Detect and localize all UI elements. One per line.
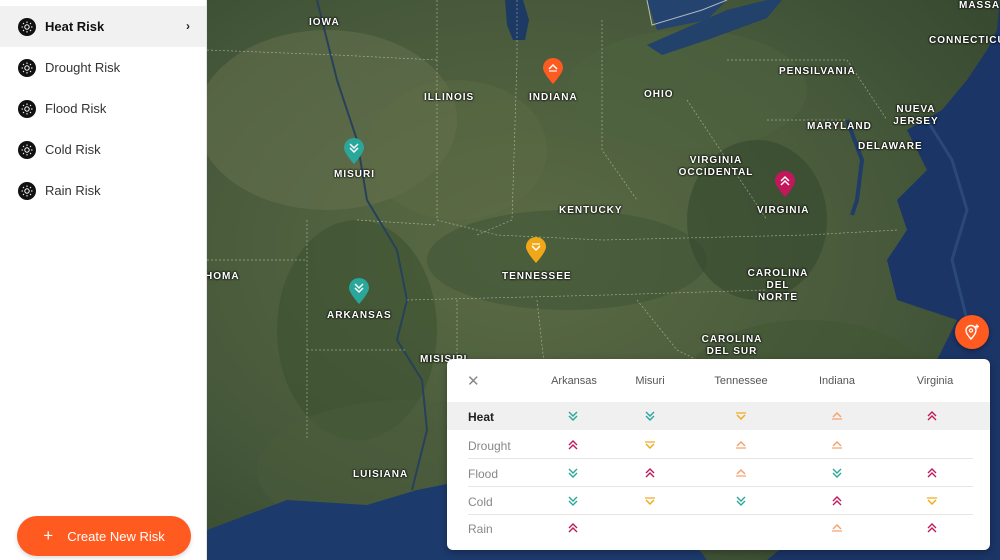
double-down-icon <box>566 494 580 506</box>
table-row-rain[interactable]: Rain <box>447 514 990 542</box>
map-pin-tennessee[interactable] <box>526 237 546 263</box>
map-pin-arkansas[interactable] <box>349 278 369 304</box>
sidebar-item-label: Heat Risk <box>45 19 105 34</box>
map-label-misuri: MISURI <box>334 169 375 180</box>
double-up-icon <box>925 521 939 533</box>
table-row-cold[interactable]: Cold <box>447 487 990 515</box>
double-up-icon <box>925 466 939 478</box>
column-header-virginia: Virginia <box>916 375 954 387</box>
column-header-indiana: Indiana <box>818 375 856 387</box>
double-down-icon <box>566 409 580 421</box>
create-new-risk-button[interactable]: + Create New Risk <box>17 516 191 556</box>
sidebar: Heat Risk › Drought Risk Flood Risk Cold… <box>0 0 207 560</box>
column-header-misuri: Misuri <box>635 375 665 387</box>
sidebar-item-drought-risk[interactable]: Drought Risk <box>0 47 206 88</box>
down-icon <box>925 494 939 506</box>
row-label: Cold <box>468 495 493 509</box>
map-label-virginia: VIRGINIA <box>757 205 810 216</box>
sidebar-item-label: Drought Risk <box>45 60 121 75</box>
up-icon <box>734 466 748 478</box>
double-up-icon <box>566 438 580 450</box>
risk-comparison-panel: ✕ Arkansas Misuri Tennessee Indiana Virg… <box>447 359 990 550</box>
sun-icon <box>18 140 36 159</box>
row-label: Rain <box>468 522 493 536</box>
double-down-icon <box>830 466 844 478</box>
row-label: Drought <box>468 439 511 453</box>
map-label-oklahoma: HOMA <box>207 271 240 282</box>
sidebar-item-label: Cold Risk <box>45 142 101 157</box>
double-down-icon <box>734 494 748 506</box>
double-up-icon <box>925 409 939 421</box>
map-pin-misuri[interactable] <box>344 138 364 164</box>
sidebar-item-label: Rain Risk <box>45 183 101 198</box>
close-icon[interactable]: ✕ <box>467 372 480 390</box>
map-label-pensilvania: PENSILVANIA <box>779 66 856 77</box>
sun-icon <box>18 58 36 77</box>
double-up-icon <box>566 521 580 533</box>
double-up-icon <box>830 494 844 506</box>
sidebar-item-flood-risk[interactable]: Flood Risk <box>0 88 206 129</box>
sun-icon <box>18 181 36 200</box>
map-label-massachusetts: MASSA <box>959 0 1000 11</box>
up-icon <box>830 438 844 450</box>
map-label-illinois: ILLINOIS <box>424 92 475 103</box>
map-pin-virginia[interactable] <box>775 171 795 197</box>
table-row-flood[interactable]: Flood <box>447 459 990 487</box>
map-label-virginia-occidental: VIRGINIA OCCIDENTAL <box>678 155 754 178</box>
map-label-tennessee: TENNESSEE <box>502 271 572 282</box>
up-icon <box>734 438 748 450</box>
sidebar-item-rain-risk[interactable]: Rain Risk <box>0 170 206 211</box>
plus-icon: + <box>43 526 54 545</box>
sidebar-item-label: Flood Risk <box>45 101 107 116</box>
add-location-icon <box>965 324 979 341</box>
chevron-right-icon: › <box>186 19 190 33</box>
map-label-indiana: INDIANA <box>529 92 578 103</box>
map-label-iowa: IOWA <box>309 17 340 28</box>
sun-icon <box>18 99 36 118</box>
row-label: Heat <box>468 410 495 424</box>
sidebar-item-cold-risk[interactable]: Cold Risk <box>0 129 206 170</box>
double-down-icon <box>643 409 657 421</box>
table-row-drought[interactable]: Drought <box>447 431 990 459</box>
map-label-arkansas: ARKANSAS <box>327 310 392 321</box>
map-label-carolina-del-sur: CAROLINA DEL SUR <box>701 334 763 357</box>
up-icon <box>830 521 844 533</box>
map-label-nueva-jersey: NUEVA JERSEY <box>893 104 939 127</box>
down-icon <box>643 494 657 506</box>
map-label-luisiana: LUISIANA <box>353 469 409 480</box>
sidebar-item-heat-risk[interactable]: Heat Risk › <box>0 6 206 47</box>
add-location-button[interactable] <box>955 315 989 349</box>
map-label-carolina-del-norte: CAROLINA DEL NORTE <box>747 268 809 303</box>
map-label-connecticut: CONNECTICUT <box>929 35 1000 46</box>
down-icon <box>734 409 748 421</box>
down-icon <box>643 438 657 450</box>
map-pin-indiana[interactable] <box>543 58 563 84</box>
map-label-ohio: OHIO <box>644 89 674 100</box>
column-header-tennessee: Tennessee <box>714 375 768 387</box>
double-up-icon <box>643 466 657 478</box>
create-new-risk-label: Create New Risk <box>67 528 165 544</box>
map-label-delaware: DELAWARE <box>858 141 923 152</box>
map-label-kentucky: KENTUCKY <box>559 205 623 216</box>
row-label: Flood <box>468 467 499 481</box>
map-label-maryland: MARYLAND <box>807 121 872 132</box>
table-row-heat[interactable]: Heat <box>447 402 990 430</box>
double-down-icon <box>566 466 580 478</box>
sun-icon <box>18 17 36 36</box>
up-icon <box>830 409 844 421</box>
